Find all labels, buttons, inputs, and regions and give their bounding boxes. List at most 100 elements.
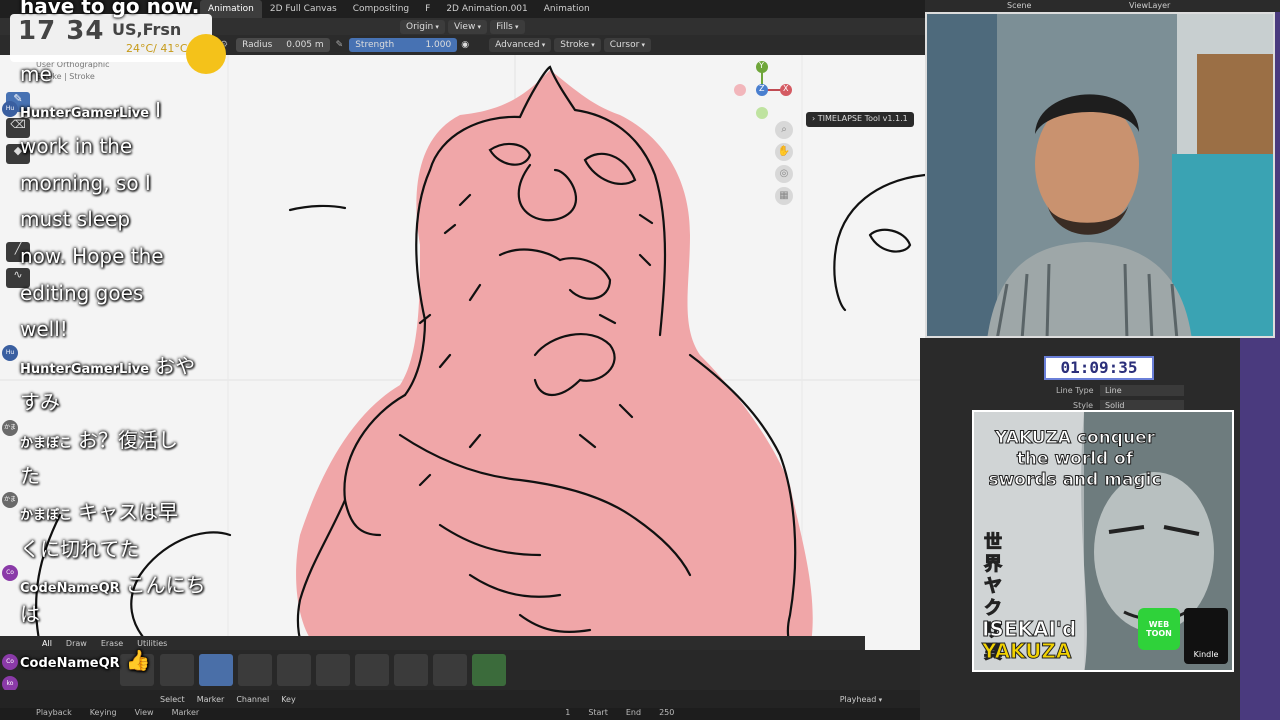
- chat-line: HunterGamerLive おや: [20, 354, 196, 378]
- chat-username[interactable]: CodeNameQR: [20, 581, 120, 596]
- strength-field[interactable]: Strength 1.000: [349, 38, 458, 52]
- strength-value: 1.000: [425, 40, 452, 50]
- book-cover-ad[interactable]: YAKUZA conquer the world of swords and m…: [972, 410, 1234, 672]
- chat-username[interactable]: かまぼこ: [20, 508, 72, 523]
- line-type-field[interactable]: Line: [1100, 385, 1184, 396]
- clock-city: US,Frsn: [112, 20, 182, 39]
- avatar: Hu: [2, 345, 18, 361]
- gizmo-y-label: Y: [759, 61, 764, 70]
- brush-item[interactable]: [355, 654, 389, 686]
- menu-playback[interactable]: Playback: [36, 708, 72, 720]
- pressure-icon[interactable]: ◉: [461, 40, 469, 50]
- clock-temperature: 24°C/ 41°C: [126, 42, 188, 55]
- origin-dropdown[interactable]: Origin: [400, 19, 445, 34]
- sun-icon: [186, 34, 226, 74]
- menu-view[interactable]: View: [135, 708, 154, 720]
- chat-line: well!: [20, 317, 68, 341]
- chat-line: editing goes: [20, 281, 144, 305]
- chat-line: は: [20, 602, 40, 626]
- current-frame[interactable]: 1: [565, 708, 570, 720]
- menu-key[interactable]: Key: [281, 695, 296, 704]
- webcam-image: [927, 14, 1273, 336]
- line-type-label: Line Type: [1056, 386, 1094, 395]
- webcam-feed: [925, 12, 1275, 338]
- book-subtitle: ISEKAI'd YAKUZA: [981, 617, 1077, 663]
- tab-compositing[interactable]: Compositing: [345, 0, 417, 18]
- pen-icon[interactable]: ✎: [336, 40, 344, 50]
- chat-line: morning, so I: [20, 171, 151, 195]
- chat-username[interactable]: HunterGamerLive: [20, 106, 149, 121]
- clock-time: 17 34: [18, 16, 105, 46]
- avatar: かま: [2, 492, 18, 508]
- brush-item[interactable]: [238, 654, 272, 686]
- fills-dropdown[interactable]: Fills: [490, 19, 525, 34]
- pan-hand-icon[interactable]: ✋: [775, 143, 793, 161]
- brush-item[interactable]: [199, 654, 233, 686]
- webtoon-badge[interactable]: WEB TOON: [1138, 608, 1180, 650]
- avatar: Co: [2, 654, 18, 670]
- brush-item[interactable]: [277, 654, 311, 686]
- stroke-dropdown[interactable]: Stroke: [554, 38, 601, 52]
- clock-widget: 17 34 US,Frsn 24°C/ 41°C: [10, 14, 226, 74]
- gizmo-x-label: X: [783, 84, 789, 93]
- view-dropdown[interactable]: View: [447, 19, 488, 34]
- scene-header: Scene ViewLayer: [925, 0, 1280, 12]
- viewlayer-label[interactable]: ViewLayer: [1129, 1, 1170, 10]
- scene-label[interactable]: Scene: [1007, 1, 1031, 10]
- brush-item[interactable]: [394, 654, 428, 686]
- figure-fill: [296, 70, 813, 650]
- end-frame[interactable]: 250: [659, 708, 674, 720]
- book-title: YAKUZA conquer the world of swords and m…: [988, 428, 1162, 491]
- avatar: Co: [2, 565, 18, 581]
- tab-animation-2[interactable]: Animation: [536, 0, 598, 18]
- timelapse-panel-tab[interactable]: › TIMELAPSE Tool v1.1.1: [806, 112, 914, 127]
- start-label[interactable]: Start: [588, 708, 608, 720]
- chat-line: HunterGamerLive I: [20, 98, 161, 122]
- brush-item[interactable]: [160, 654, 194, 686]
- menu-marker-2[interactable]: Marker: [172, 708, 200, 720]
- chat-username[interactable]: かまぼこ: [20, 436, 72, 451]
- stream-timer: 01:09:35: [1044, 356, 1154, 380]
- grid-icon[interactable]: ▦: [775, 187, 793, 205]
- zoom-icon[interactable]: ⌕: [775, 121, 793, 139]
- advanced-dropdown[interactable]: Advanced: [489, 38, 552, 52]
- camera-icon[interactable]: ◎: [775, 165, 793, 183]
- side-head: [833, 173, 925, 312]
- stray-line: [288, 204, 347, 212]
- tab-2d-animation-001[interactable]: 2D Animation.001: [438, 0, 535, 18]
- chat-line: かまぼこ キャスは早: [20, 500, 179, 524]
- tab-f[interactable]: F: [417, 0, 438, 18]
- strength-label: Strength: [355, 40, 395, 50]
- screen: Animation 2D Full Canvas Compositing F 2…: [0, 0, 1280, 720]
- chat-username[interactable]: CodeNameQR: [20, 656, 120, 671]
- chat-line: CodeNameQR こんにち: [20, 573, 206, 597]
- chat-username[interactable]: HunterGamerLive: [20, 362, 149, 377]
- chat-line: た: [20, 464, 40, 488]
- avatar: かま: [2, 420, 18, 436]
- brush-item[interactable]: [472, 654, 506, 686]
- chat-line: CodeNameQR 👍: [20, 648, 151, 672]
- chat-line: すみ: [20, 390, 60, 414]
- radius-label: Radius: [242, 40, 273, 50]
- tab-2d-full-canvas[interactable]: 2D Full Canvas: [262, 0, 345, 18]
- chat-line: くに切れてた: [20, 537, 140, 561]
- end-label[interactable]: End: [626, 708, 641, 720]
- menu-channel[interactable]: Channel: [236, 695, 269, 704]
- gizmo-z-label: Z: [759, 84, 765, 93]
- menu-keying[interactable]: Keying: [90, 708, 117, 720]
- kindle-badge[interactable]: Kindle: [1184, 608, 1228, 664]
- style-label: Style: [1073, 401, 1094, 410]
- cursor-dropdown[interactable]: Cursor: [603, 38, 652, 52]
- menu-marker[interactable]: Marker: [197, 695, 225, 704]
- brush-asset-shelf: Co CodeNameQR👍 ko kodamaa_san: [0, 648, 925, 711]
- radius-field[interactable]: Radius 0.005 m: [236, 38, 330, 52]
- menu-select[interactable]: Select: [160, 695, 185, 704]
- timelapse-label: TIMELAPSE Tool v1.1.1: [817, 114, 908, 123]
- playhead-dropdown[interactable]: Playhead: [840, 695, 882, 704]
- chat-line: must sleep: [20, 207, 131, 231]
- brush-item[interactable]: [316, 654, 350, 686]
- avatar: Hu: [2, 101, 18, 117]
- chat-top-line: have to go now.: [20, 0, 200, 18]
- chat-line: now. Hope the: [20, 244, 164, 268]
- brush-item[interactable]: [433, 654, 467, 686]
